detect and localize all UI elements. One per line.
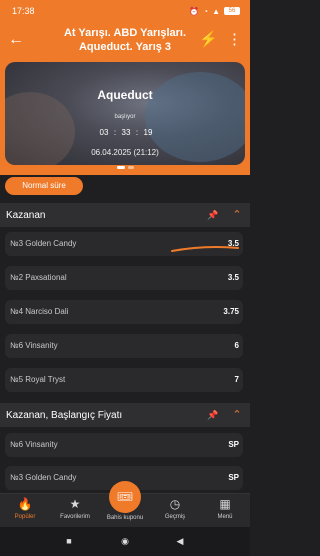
odds-value[interactable]: 6 <box>235 334 239 358</box>
odds-row[interactable]: №5 Royal Tryst 7 <box>5 368 243 392</box>
carousel-dot[interactable] <box>116 166 125 169</box>
battery-icon: 56 <box>224 7 240 15</box>
market-header-winner-starting-price[interactable]: Kazanan, Başlangıç Fiyatı 📌 ⌃ <box>0 403 250 427</box>
odds-row[interactable]: №6 Vinsanity SP <box>5 433 243 457</box>
signal-icon: ▲ <box>212 6 220 16</box>
countdown-separator: : <box>113 127 117 137</box>
market-title: Kazanan <box>6 209 46 221</box>
odds-value[interactable]: 3.75 <box>223 300 239 324</box>
wifi-icon: ◔ <box>203 6 209 16</box>
grid-icon: ▦ <box>219 497 231 511</box>
runner-name: №6 Vinsanity <box>10 341 58 350</box>
runner-name: №4 Narciso Dali <box>10 307 69 316</box>
app-bar: ← At Yarışı. ABD Yarışları. Aqueduct. Ya… <box>0 24 250 58</box>
lightning-icon[interactable]: ⚡ <box>199 31 218 49</box>
status-time: 17:38 <box>12 6 35 16</box>
arrow-left-icon[interactable]: ← <box>8 31 26 49</box>
chevron-up-icon[interactable]: ⌃ <box>230 408 244 422</box>
countdown-hours: 03 <box>99 127 109 137</box>
home-icon[interactable]: ◉ <box>119 535 131 547</box>
odds-row[interactable]: №4 Narciso Dali 3.75 <box>5 300 243 324</box>
fire-icon: 🔥 <box>17 497 33 511</box>
page-title: At Yarışı. ABD Yarışları. Aqueduct. Yarı… <box>63 27 187 53</box>
nav-popular[interactable]: 🔥 Popüler <box>0 497 50 527</box>
race-banner: Aqueduct başlıyor 03 : 33 : 19 06.04.202… <box>5 62 245 165</box>
pin-icon[interactable]: 📌 <box>207 209 218 221</box>
chevron-up-icon[interactable]: ⌃ <box>230 208 244 222</box>
nav-label: Geçmiş <box>164 514 186 520</box>
countdown-seconds: 19 <box>143 127 153 137</box>
filter-chip-normal-time[interactable]: Normal süre <box>5 177 83 195</box>
countdown-minutes: 33 <box>121 127 131 137</box>
more-vertical-icon[interactable]: ⋮ <box>227 31 242 49</box>
runner-name: №2 Paxsational <box>10 273 67 282</box>
odds-value[interactable]: 7 <box>235 368 239 392</box>
status-bar: 17:38 ⏰ ◔ ▲ 56 <box>0 0 250 22</box>
system-navigation-bar: ■ ◉ ◀ <box>0 527 250 556</box>
nav-label: Bahis kuponu <box>106 515 144 521</box>
market-title: Kazanan, Başlangıç Fiyatı <box>6 409 123 421</box>
alarm-icon: ⏰ <box>189 6 200 16</box>
countdown-timer: 03 : 33 : 19 <box>96 125 156 139</box>
carousel-dot[interactable] <box>127 166 134 169</box>
runner-name: №3 Golden Candy <box>10 239 77 248</box>
nav-label: Menü <box>217 514 233 520</box>
nav-label: Favorilerim <box>60 514 90 520</box>
clock-icon: ◷ <box>169 497 181 511</box>
market-header-winner[interactable]: Kazanan 📌 ⌃ <box>0 203 250 227</box>
runner-name: №5 Royal Tryst <box>10 375 66 384</box>
ticket-icon: 🎟 <box>116 489 134 504</box>
odds-change-indicator <box>171 246 239 252</box>
odds-row[interactable]: №2 Paxsational 3.5 <box>5 266 243 290</box>
runner-name: №6 Vinsanity <box>10 440 58 449</box>
carousel-indicator <box>113 166 137 170</box>
status-icons: ⏰ ◔ ▲ 56 <box>189 7 240 16</box>
nav-favorites[interactable]: ★ Favorilerim <box>50 497 100 527</box>
runner-name: №3 Golden Candy <box>10 473 77 482</box>
odds-value[interactable]: 3.5 <box>228 266 239 290</box>
venue-name: Aqueduct <box>97 88 153 102</box>
star-icon: ★ <box>69 497 81 511</box>
countdown-separator: : <box>135 127 139 137</box>
back-triangle-icon[interactable]: ◀ <box>174 535 186 547</box>
nav-label: Popüler <box>14 514 36 520</box>
nav-menu[interactable]: ▦ Menü <box>200 497 250 527</box>
pin-icon[interactable]: 📌 <box>207 409 218 421</box>
odds-value[interactable]: SP <box>228 433 239 457</box>
race-date: 06.04.2025 (21:12) <box>91 148 159 157</box>
odds-value[interactable]: SP <box>228 466 239 490</box>
bet-slip-button[interactable]: 🎟 <box>109 481 141 513</box>
odds-row[interactable]: №6 Vinsanity 6 <box>5 334 243 358</box>
starts-label: başlıyor <box>114 114 136 120</box>
nav-history[interactable]: ◷ Geçmiş <box>150 497 200 527</box>
recent-apps-icon[interactable]: ■ <box>63 535 75 547</box>
